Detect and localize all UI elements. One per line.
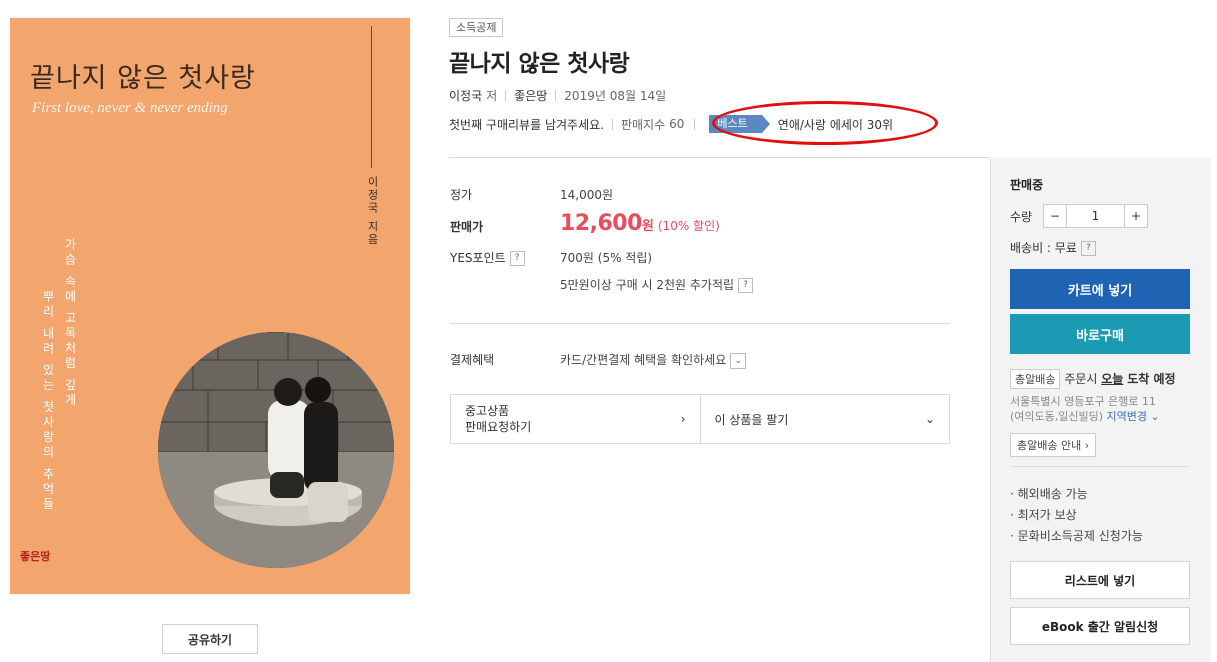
tax-deduction-tag: 소득공제 <box>449 18 504 37</box>
product-meta: 이정국 저 좋은땅 2019년 08월 14일 <box>449 87 666 104</box>
delivery-info-button-wrap: 총알배송 안내 › <box>1010 433 1097 457</box>
chevron-right-icon: › <box>680 412 686 426</box>
publish-date: 2019년 08월 14일 <box>564 89 667 103</box>
delivery-prefix: 주문시 <box>1064 372 1098 386</box>
meta-divider <box>694 118 696 130</box>
express-delivery-tag: 총알배송 <box>1010 369 1061 389</box>
cover-phrase-line2: 뿌리 내려 있는 첫사랑의 추억들 <box>41 290 55 513</box>
region-change-link[interactable]: 지역변경 ⌄ <box>1107 410 1160 423</box>
used-product-box: 중고상품 판매요청하기 › 이 상품을 팔기 ⌄ <box>450 394 950 444</box>
cover-subtitle: First love, never & never ending <box>32 100 228 116</box>
delivery-estimate-row: 총알배송 주문시 오늘 도착 예정 <box>1010 369 1176 389</box>
couple-photo-illustration <box>158 332 394 568</box>
benefit-item: · 최저가 보상 <box>1010 508 1077 522</box>
sell-this-item-label: 이 상품을 팔기 <box>714 412 789 427</box>
points-label-row: YES포인트? <box>450 249 525 266</box>
used-request-line1: 중고상품 <box>465 404 510 418</box>
highlight-annotation-oval <box>712 101 938 145</box>
delivery-today: 오늘 <box>1101 372 1124 386</box>
points-extra: 5만원이상 구매 시 2천원 추가적립 <box>560 278 735 292</box>
shipping-row: 배송비 : 무료? <box>1010 239 1096 256</box>
product-title: 끝나지 않은 첫사랑 <box>449 51 630 77</box>
ebook-alert-button[interactable]: eBook 출간 알림신청 <box>1010 607 1190 645</box>
divider <box>450 323 950 324</box>
divider <box>1010 466 1190 467</box>
sale-price-number: 12,600 <box>560 211 642 236</box>
address-line2: (여의도동,일신빌딩) <box>1010 410 1104 423</box>
points-label: YES포인트 <box>450 251 506 265</box>
quantity-label: 수량 <box>1010 210 1033 224</box>
sales-index-value: 60 <box>669 117 685 131</box>
benefit-item: · 해외배송 가능 <box>1010 487 1088 501</box>
quantity-stepper: − 1 + <box>1043 204 1148 228</box>
publisher-logo: 좋은땅 <box>20 548 50 564</box>
sale-status: 판매중 <box>1010 178 1044 192</box>
sale-price-label: 판매가 <box>450 220 484 234</box>
add-to-cart-button[interactable]: 카트에 넣기 <box>1010 269 1190 309</box>
benefit-item: · 문화비소득공제 신청가능 <box>1010 529 1143 543</box>
delivery-rest: 도착 예정 <box>1127 372 1176 386</box>
chevron-down-icon[interactable]: ⌄ <box>730 352 747 369</box>
publisher-logo-text: 좋은땅 <box>20 550 51 563</box>
list-price-value: 14,000원 <box>560 188 614 202</box>
delivery-address: 서울특별시 영등포구 은행로 11 (여의도동,일신빌딩) 지역변경 ⌄ <box>1010 394 1160 424</box>
cover-title: 끝나지 않은 첫사랑 <box>30 63 256 94</box>
sales-index-label: 판매지수 <box>620 117 666 132</box>
payment-benefit-row[interactable]: 카드/간편결제 혜택을 확인하세요 ⌄ <box>560 351 747 369</box>
shipping-help-icon[interactable]: ? <box>1080 241 1096 256</box>
cover-photo <box>158 332 394 568</box>
meta-divider <box>611 118 613 130</box>
review-prompt-link[interactable]: 첫번째 구매리뷰를 남겨주세요. <box>449 116 604 133</box>
points-value: 700원 (5% 적립) <box>560 251 653 265</box>
quantity-increase-button[interactable]: + <box>1124 205 1147 227</box>
quantity-input[interactable]: 1 <box>1067 205 1124 227</box>
address-line1: 서울특별시 영등포구 은행로 11 <box>1010 395 1156 408</box>
points-extra-row: 5만원이상 구매 시 2천원 추가적립? <box>560 276 754 293</box>
region-change-label: 지역변경 <box>1106 410 1148 423</box>
sell-this-item-dropdown[interactable]: 이 상품을 팔기 ⌄ <box>699 395 950 443</box>
meta-divider <box>505 90 507 101</box>
points-extra-help-icon[interactable]: ? <box>738 278 754 293</box>
add-to-wishlist-button[interactable]: 리스트에 넣기 <box>1010 561 1190 599</box>
payment-benefit-text[interactable]: 카드/간편결제 혜택을 확인하세요 <box>560 353 726 367</box>
share-button[interactable]: 공유하기 <box>162 624 258 654</box>
points-help-icon[interactable]: ? <box>509 251 525 266</box>
used-sell-request-button[interactable]: 중고상품 판매요청하기 › <box>451 395 700 443</box>
cover-divider-line <box>371 26 372 168</box>
list-price-label: 정가 <box>450 188 473 202</box>
cover-phrase-line1: 가슴 속에 고목처럼 깊게 <box>63 238 77 409</box>
shipping-fee: 배송비 : 무료 <box>1010 241 1077 255</box>
used-request-line2: 판매요청하기 <box>465 420 532 434</box>
book-cover-image[interactable]: 끝나지 않은 첫사랑 First love, never & never end… <box>10 18 410 594</box>
express-delivery-info-button[interactable]: 총알배송 안내 › <box>1010 433 1097 457</box>
sale-price: 12,600원 (10% 할인) <box>560 211 720 236</box>
publisher-link[interactable]: 좋은땅 <box>514 87 547 104</box>
author-link[interactable]: 이정국 <box>449 87 482 104</box>
author-suffix: 저 <box>486 89 498 103</box>
cover-author: 이정국 지음 <box>366 176 379 247</box>
benefit-lowest-price: 최저가 보상 <box>1017 508 1077 522</box>
payment-benefit-label: 결제혜택 <box>450 353 495 367</box>
benefit-overseas: 해외배송 가능 <box>1017 487 1088 501</box>
benefit-list: · 해외배송 가능 · 최저가 보상 · 문화비소득공제 신청가능 <box>1010 484 1143 547</box>
divider <box>449 157 990 158</box>
benefit-culture-deduction: 문화비소득공제 신청가능 <box>1017 529 1143 543</box>
chevron-down-icon: ⌄ <box>924 412 935 426</box>
discount-rate: (10% 할인) <box>657 219 720 233</box>
meta-divider <box>555 90 557 101</box>
sale-price-unit: 원 <box>641 219 654 234</box>
delivery-info-label: 총알배송 안내 <box>1017 439 1082 452</box>
buy-now-button[interactable]: 바로구매 <box>1010 314 1190 354</box>
used-sell-request-label: 중고상품 판매요청하기 <box>465 403 531 435</box>
quantity-decrease-button[interactable]: − <box>1044 205 1067 227</box>
